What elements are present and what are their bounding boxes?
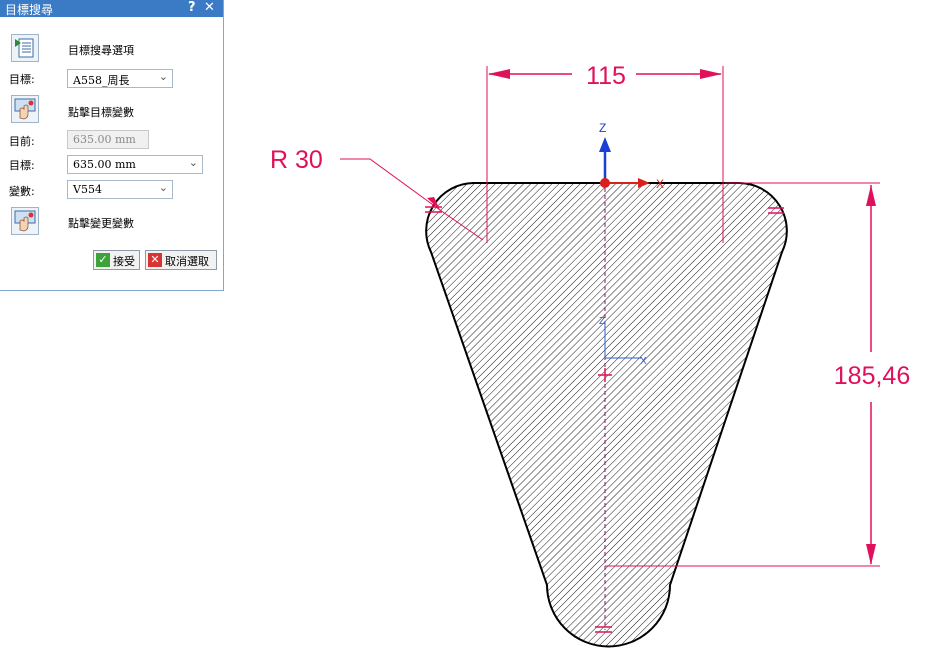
axis-z-label: Z [599, 121, 606, 135]
goal-value: 635.00 mm [73, 158, 136, 171]
cancel-selection-button[interactable]: ✕ 取消選取 [145, 250, 217, 270]
hand-pick-icon [14, 98, 36, 120]
click-target-variable-label: 點擊目標變數 [68, 106, 134, 119]
chevron-down-icon: ⌄ [188, 156, 198, 169]
radius-dimension-value: R 30 [270, 146, 323, 174]
goal-label: 目標: [9, 159, 35, 172]
target-select[interactable]: A558_周長 ⌄ [67, 69, 173, 88]
origin-x-label: X [640, 356, 647, 367]
current-label: 目前: [9, 135, 35, 148]
close-x-icon: ✕ [148, 253, 162, 267]
origin-z-label: Z [599, 316, 605, 327]
width-dimension-value: 115 [586, 62, 626, 90]
axis-x-label: X [656, 177, 664, 191]
target-label: 目標: [9, 73, 35, 86]
cancel-selection-button-label: 取消選取 [165, 255, 209, 268]
click-change-variable-label: 點擊變更變數 [68, 217, 134, 230]
variable-select-value: V554 [73, 183, 102, 196]
current-value-field: 635.00 mm [67, 130, 149, 149]
dialog-titlebar[interactable]: 目標搜尋 ? ✕ [0, 0, 223, 17]
options-button[interactable] [11, 34, 39, 62]
chevron-down-icon: ⌄ [158, 70, 168, 83]
variable-select[interactable]: V554 ⌄ [67, 180, 173, 199]
options-list-icon [15, 38, 34, 58]
checkmark-icon: ✓ [96, 253, 110, 267]
hand-pick-icon [14, 210, 36, 232]
close-icon[interactable]: ✕ [204, 0, 215, 15]
help-icon[interactable]: ? [188, 0, 196, 15]
pick-target-variable-button[interactable] [11, 95, 39, 123]
dialog-title: 目標搜尋 [5, 3, 54, 17]
current-value: 635.00 mm [73, 133, 136, 146]
sketch-triad[interactable]: Z X [599, 121, 664, 191]
accept-button[interactable]: ✓ 接受 [93, 250, 140, 270]
options-label: 目標搜尋選項 [68, 44, 134, 57]
chevron-down-icon: ⌄ [158, 181, 168, 194]
goal-seek-dialog: 目標搜尋 ? ✕ 目標搜尋選項 目標: A558_周長 ⌄ 點擊目標變數 目前:… [0, 0, 224, 291]
target-select-value: A558_周長 [73, 74, 130, 87]
variable-label: 變數: [9, 185, 35, 198]
height-dimension-value: 185,46 [834, 362, 910, 390]
goal-value-input[interactable]: 635.00 mm ⌄ [67, 155, 203, 174]
pick-change-variable-button[interactable] [11, 207, 39, 235]
sketch-profile[interactable] [425, 182, 788, 648]
accept-button-label: 接受 [113, 255, 135, 268]
